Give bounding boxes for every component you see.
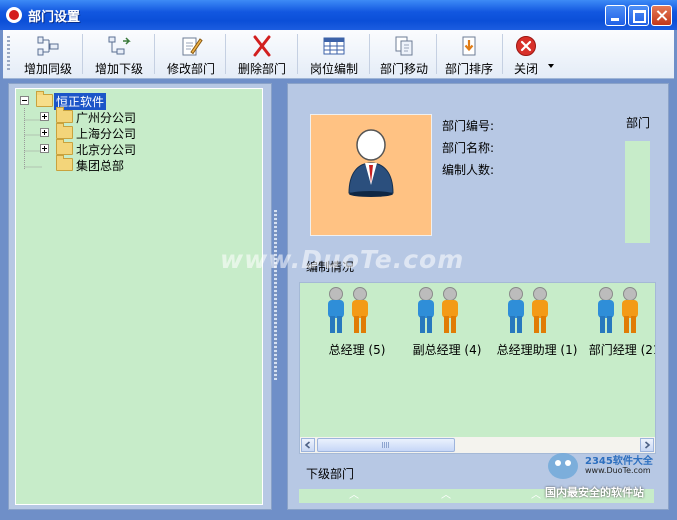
department-side-label: 部门	[626, 116, 651, 130]
move-department-button[interactable]: 部门移动	[375, 32, 433, 76]
folder-icon	[56, 107, 73, 123]
close-circle-icon	[516, 36, 536, 56]
department-tree[interactable]: 恒正软件 广州分公司 上海分公司 北京分公司 集团总部	[15, 88, 263, 505]
sort-department-label: 部门排序	[444, 62, 493, 76]
brand-watermark: 2345软件大全 www.DuoTe.com 国内最安全的软件站	[545, 446, 673, 499]
people-icon	[418, 287, 458, 333]
delete-department-button[interactable]: 删除部门	[231, 32, 293, 76]
chevron-up-icon: ︿	[531, 490, 541, 501]
expand-toggle[interactable]	[40, 128, 49, 137]
add-sibling-button[interactable]: 增加同级	[17, 32, 79, 76]
toolbar-separator	[82, 34, 83, 74]
edit-icon	[182, 37, 203, 56]
staffing-panel[interactable]: 总经理 (5) 副总经理 (4) 总经理助理 (1) 部门经理 (2	[299, 282, 656, 454]
staff-count-label: 编制人数:	[442, 163, 495, 177]
toolbar-grip[interactable]	[7, 36, 10, 72]
toolbar-separator	[436, 34, 437, 74]
toolbar-overflow-chevron-icon[interactable]	[548, 64, 554, 68]
position-item-deputy-gm[interactable]: 副总经理 (4)	[412, 285, 482, 357]
chevron-up-icon: ︿	[441, 490, 451, 501]
app-icon	[6, 7, 22, 23]
people-icon	[598, 287, 638, 333]
maximize-button[interactable]	[628, 5, 649, 26]
dept-name-label: 部门名称:	[442, 141, 495, 155]
sort-icon	[462, 36, 476, 56]
toolbar-separator	[369, 34, 370, 74]
position-staffing-label: 岗位编制	[309, 62, 358, 76]
tree-node-shanghai[interactable]: 上海分公司	[40, 123, 160, 142]
position-caption: 副总经理 (4)	[412, 343, 482, 357]
add-child-button[interactable]: 增加下级	[88, 32, 150, 76]
sub-department-section-title: 下级部门	[306, 467, 355, 481]
pane-splitter[interactable]	[273, 210, 278, 380]
department-settings-window: 部门设置 增加同级 增加下级 修改部门 删除部门 岗位编制 部门移动 部门排序 …	[0, 0, 677, 520]
watermark-text: www.DuoTe.com	[220, 245, 465, 274]
tree-node-label[interactable]: 上海分公司	[76, 125, 136, 142]
title-bar[interactable]: 部门设置	[0, 0, 677, 30]
tree-node-headquarters[interactable]: 集团总部	[40, 155, 160, 174]
tree-node-label[interactable]: 集团总部	[76, 157, 124, 174]
tree-node-root[interactable]: 恒正软件	[20, 91, 140, 110]
chevron-up-icon: ︿	[349, 490, 359, 501]
delete-department-label: 删除部门	[237, 62, 286, 76]
position-staffing-button[interactable]: 岗位编制	[303, 32, 365, 76]
folder-icon	[56, 139, 73, 155]
brand-url: www.DuoTe.com	[585, 466, 651, 475]
folder-icon	[56, 123, 73, 139]
tree-node-beijing[interactable]: 北京分公司	[40, 139, 160, 158]
window-title: 部门设置	[28, 10, 81, 25]
minimize-button[interactable]	[605, 5, 626, 26]
grid-icon	[323, 37, 345, 55]
expand-toggle[interactable]	[40, 112, 49, 121]
scroll-left-button[interactable]	[301, 438, 315, 452]
add-child-label: 增加下级	[94, 62, 143, 76]
position-caption: 总经理助理 (1)	[496, 343, 578, 357]
close-label: 关闭	[513, 62, 538, 76]
position-item-gm-assistant[interactable]: 总经理助理 (1)	[497, 285, 577, 357]
position-caption: 总经理 (5)	[328, 343, 386, 357]
add-child-icon	[108, 36, 131, 55]
collapse-toggle[interactable]	[20, 96, 29, 105]
brand-name: 2345软件大全	[585, 456, 653, 467]
department-side-list[interactable]	[625, 141, 650, 243]
tree-node-guangzhou[interactable]: 广州分公司	[40, 107, 160, 126]
folder-open-icon	[36, 91, 53, 107]
people-icon	[508, 287, 548, 333]
dept-code-label: 部门编号:	[442, 119, 495, 133]
close-window-button[interactable]	[651, 5, 672, 26]
position-item-dept-manager[interactable]: 部门经理 (21)	[589, 285, 655, 357]
department-tree-pane: 恒正软件 广州分公司 上海分公司 北京分公司 集团总部	[8, 83, 272, 510]
department-photo	[310, 114, 432, 236]
toolbar-separator	[225, 34, 226, 74]
scroll-thumb[interactable]	[317, 438, 455, 452]
edit-department-button[interactable]: 修改部门	[160, 32, 222, 76]
toolbar: 增加同级 增加下级 修改部门 删除部门 岗位编制 部门移动 部门排序 关闭	[3, 30, 674, 79]
tree-node-label[interactable]: 北京分公司	[76, 141, 136, 158]
toolbar-separator	[297, 34, 298, 74]
add-sibling-icon	[37, 36, 59, 56]
delete-icon	[253, 35, 271, 57]
move-department-label: 部门移动	[379, 62, 428, 76]
brand-slogan: 国内最安全的软件站	[545, 486, 644, 499]
close-button[interactable]: 关闭	[506, 32, 546, 76]
move-icon	[395, 36, 413, 56]
toolbar-separator	[502, 34, 503, 74]
toolbar-separator	[154, 34, 155, 74]
manager-avatar-icon	[348, 129, 394, 197]
sort-department-button[interactable]: 部门排序	[440, 32, 498, 76]
folder-icon	[56, 155, 73, 171]
edit-department-label: 修改部门	[166, 62, 215, 76]
position-item-general-manager[interactable]: 总经理 (5)	[322, 285, 392, 357]
expand-toggle[interactable]	[40, 144, 49, 153]
chevron-left-icon	[304, 441, 311, 449]
people-icon	[328, 287, 368, 333]
mascot-logo-icon	[548, 453, 578, 479]
tree-node-label[interactable]: 广州分公司	[76, 109, 136, 126]
add-sibling-label: 增加同级	[23, 62, 72, 76]
position-caption: 部门经理 (21)	[588, 343, 655, 357]
